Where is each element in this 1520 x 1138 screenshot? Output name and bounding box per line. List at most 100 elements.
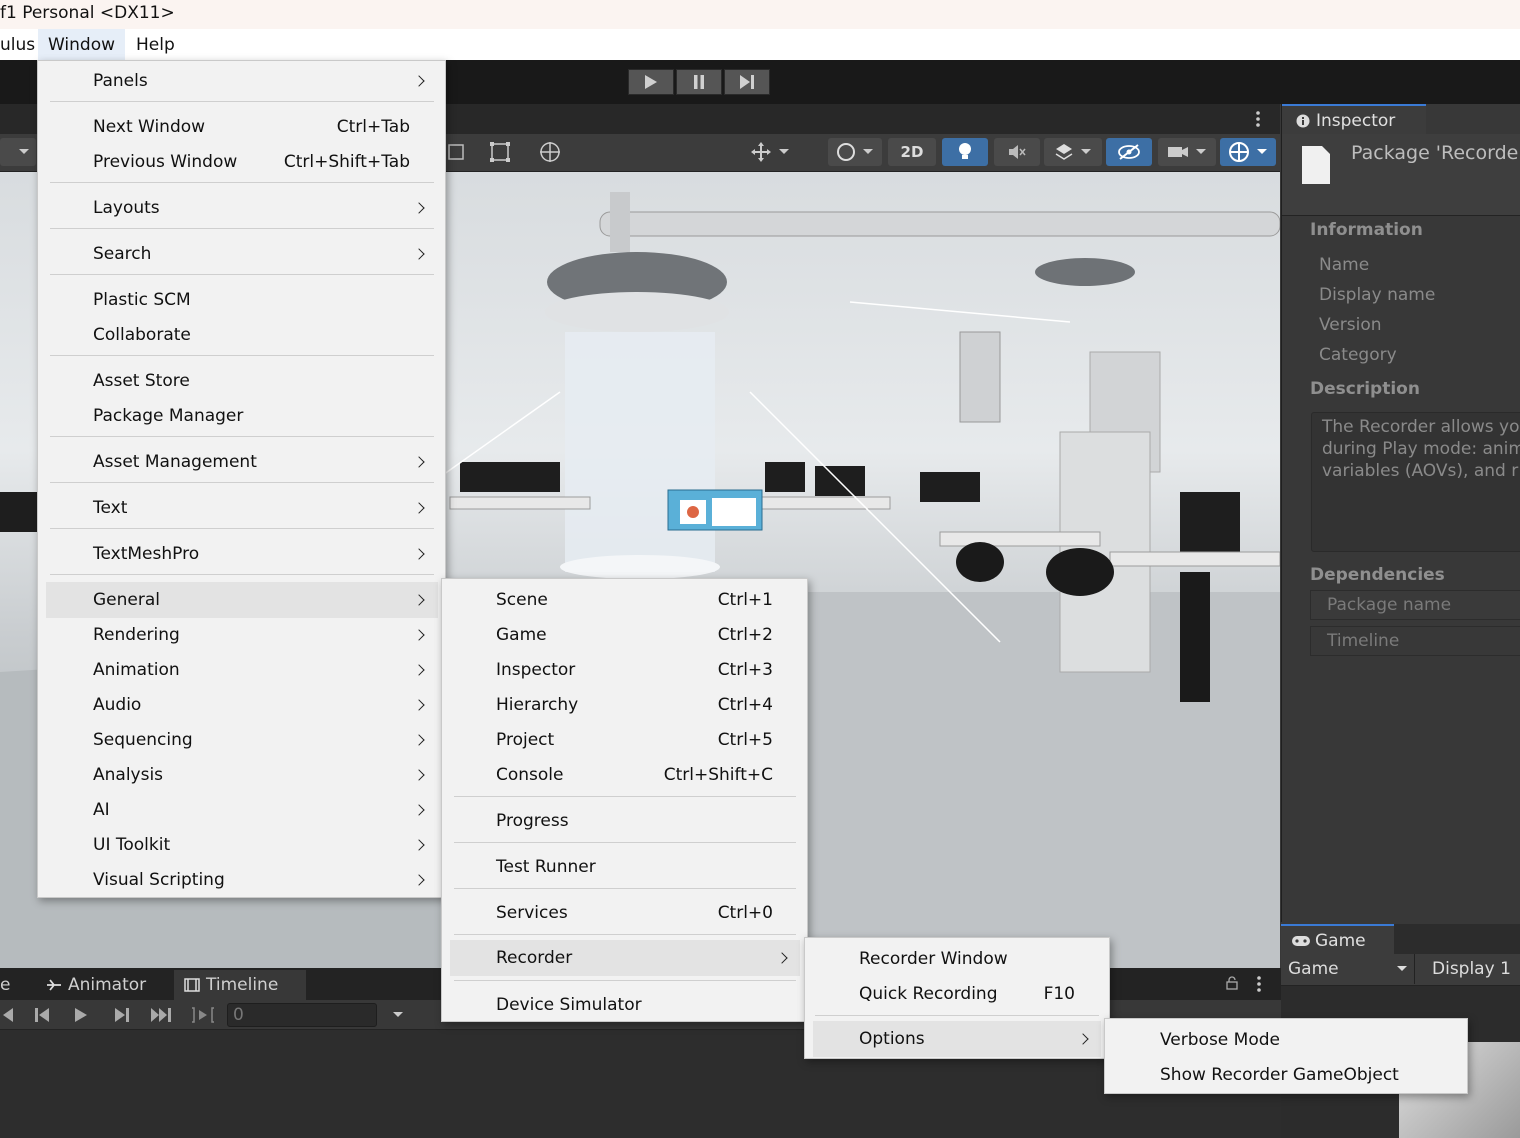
menu-item-analysis[interactable]: Analysis — [38, 759, 445, 791]
play-icon — [645, 75, 657, 89]
menu-separator — [50, 574, 434, 575]
description-header: Description — [1310, 379, 1420, 399]
menu-item-services[interactable]: Services Ctrl+0 — [442, 897, 807, 929]
menu-separator — [815, 1015, 1099, 1016]
chevron-right-icon — [413, 664, 425, 676]
menu-item-label: Services — [496, 903, 568, 923]
pivot-tool-button[interactable] — [744, 138, 796, 166]
menu-item-quick-recording[interactable]: Quick Recording F10 — [805, 978, 1109, 1010]
menu-item-label: Panels — [93, 71, 148, 91]
lighting-toggle-button[interactable] — [942, 138, 988, 166]
frame-input[interactable]: 0 — [227, 1003, 377, 1027]
dependency-row[interactable]: Timeline — [1310, 626, 1520, 656]
menu-item-asset-store[interactable]: Asset Store — [38, 365, 445, 397]
shading-mode-button[interactable] — [828, 138, 882, 166]
menu-item-hierarchy[interactable]: Hierarchy Ctrl+4 — [442, 689, 807, 721]
menu-item-shortcut: Ctrl+1 — [717, 590, 773, 610]
effects-toggle-button[interactable] — [1044, 138, 1102, 166]
menu-item-asset-management[interactable]: Asset Management — [38, 446, 445, 478]
menu-item-animation[interactable]: Animation — [38, 654, 445, 686]
scene-visibility-button[interactable] — [1106, 138, 1152, 166]
chevron-right-icon — [413, 75, 425, 87]
menu-item-show-recorder-gameobject[interactable]: Show Recorder GameObject — [1105, 1059, 1467, 1091]
menu-item-recorder[interactable]: Recorder — [450, 940, 800, 976]
menu-item-game[interactable]: Game Ctrl+2 — [442, 619, 807, 651]
menu-item-package-manager[interactable]: Package Manager — [38, 400, 445, 432]
tab-cut-off[interactable]: e — [0, 970, 10, 1000]
tab-animator[interactable]: Animator — [36, 970, 146, 1000]
chevron-right-icon — [413, 456, 425, 468]
gizmos-button[interactable] — [1220, 138, 1276, 166]
menu-item-previous-window[interactable]: Previous Window Ctrl+Shift+Tab — [38, 146, 445, 178]
menu-item-audio[interactable]: Audio — [38, 689, 445, 721]
chevron-right-icon — [413, 734, 425, 746]
menu-item-shortcut: F10 — [1043, 984, 1075, 1004]
menu-item-general[interactable]: General — [46, 582, 438, 618]
game-view-select[interactable]: Game — [1281, 954, 1415, 984]
menu-item-next-window[interactable]: Next Window Ctrl+Tab — [38, 111, 445, 143]
2d-mode-button[interactable]: 2D — [888, 138, 936, 166]
menu-item-visual-scripting[interactable]: Visual Scripting — [38, 864, 445, 896]
menu-item-plastic-scm[interactable]: Plastic SCM — [38, 284, 445, 316]
transform-icon — [490, 142, 510, 162]
menu-item-console[interactable]: Console Ctrl+Shift+C — [442, 759, 807, 791]
menu-item-shortcut: Ctrl+Tab — [336, 117, 410, 137]
next-frame-icon[interactable] — [114, 1007, 130, 1023]
play-icon[interactable] — [74, 1007, 88, 1023]
menu-item-rendering[interactable]: Rendering — [38, 619, 445, 651]
more-options-icon[interactable] — [1255, 975, 1263, 993]
pause-button[interactable] — [676, 69, 722, 95]
menu-item-text[interactable]: Text — [38, 492, 445, 524]
rewind-icon[interactable] — [0, 1007, 14, 1023]
menu-item-label: Visual Scripting — [93, 870, 225, 890]
menu-item-textmeshpro[interactable]: TextMeshPro — [38, 538, 445, 570]
menu-item-collaborate[interactable]: Collaborate — [38, 319, 445, 351]
menu-item-layouts[interactable]: Layouts — [38, 192, 445, 224]
play-button[interactable] — [628, 69, 674, 95]
tab-game[interactable]: Game — [1281, 924, 1394, 954]
menu-separator — [454, 934, 796, 935]
window-menu: Panels Next Window Ctrl+Tab Previous Wind… — [37, 60, 446, 898]
menu-window[interactable]: Window — [38, 29, 126, 60]
menu-item-project[interactable]: Project Ctrl+5 — [442, 724, 807, 756]
menu-separator — [50, 436, 434, 437]
audio-toggle-button[interactable] — [994, 138, 1040, 166]
menu-item-ai[interactable]: AI — [38, 794, 445, 826]
chevron-right-icon — [413, 769, 425, 781]
gizmo-toggle-button[interactable] — [0, 138, 36, 166]
previous-frame-icon[interactable] — [34, 1007, 50, 1023]
menu-item-ui-toolkit[interactable]: UI Toolkit — [38, 829, 445, 861]
more-options-icon[interactable] — [1254, 110, 1262, 128]
play-range-icon[interactable] — [190, 1006, 216, 1024]
camera-settings-button[interactable] — [1158, 138, 1216, 166]
menu-help[interactable]: Help — [126, 29, 185, 60]
last-frame-icon[interactable] — [150, 1007, 172, 1023]
rect-tool-button[interactable] — [444, 138, 468, 166]
menu-item-label: Search — [93, 244, 152, 264]
menu-item-inspector[interactable]: Inspector Ctrl+3 — [442, 654, 807, 686]
tab-timeline[interactable]: Timeline — [174, 970, 306, 1000]
transform-tool-button[interactable] — [486, 138, 514, 166]
step-button[interactable] — [724, 69, 770, 95]
menu-item-label: Plastic SCM — [93, 290, 191, 310]
description-text: The Recorder allows yo during Play mode:… — [1311, 412, 1520, 552]
display-select[interactable]: Display 1 — [1432, 954, 1520, 984]
lock-icon[interactable] — [1226, 976, 1238, 990]
menu-item-device-simulator[interactable]: Device Simulator — [442, 989, 807, 1021]
menu-item-search[interactable]: Search — [38, 238, 445, 270]
menu-item-progress[interactable]: Progress — [442, 805, 807, 837]
menu-item-recorder-window[interactable]: Recorder Window — [805, 943, 1109, 975]
custom-tool-button[interactable] — [534, 138, 566, 166]
chevron-down-icon — [863, 149, 873, 154]
animator-icon — [47, 979, 61, 991]
menu-item-scene[interactable]: Scene Ctrl+1 — [442, 584, 807, 616]
chevron-down-icon[interactable] — [392, 1011, 404, 1019]
menu-item-options[interactable]: Options — [813, 1021, 1101, 1057]
menu-item-label: Previous Window — [93, 152, 238, 172]
tab-inspector[interactable]: Inspector — [1282, 104, 1426, 134]
menu-item-panels[interactable]: Panels — [38, 65, 445, 97]
menu-item-sequencing[interactable]: Sequencing — [38, 724, 445, 756]
dependencies-column-header: Package name — [1310, 590, 1520, 620]
menu-item-verbose-mode[interactable]: Verbose Mode — [1105, 1024, 1467, 1056]
menu-item-test-runner[interactable]: Test Runner — [442, 851, 807, 883]
